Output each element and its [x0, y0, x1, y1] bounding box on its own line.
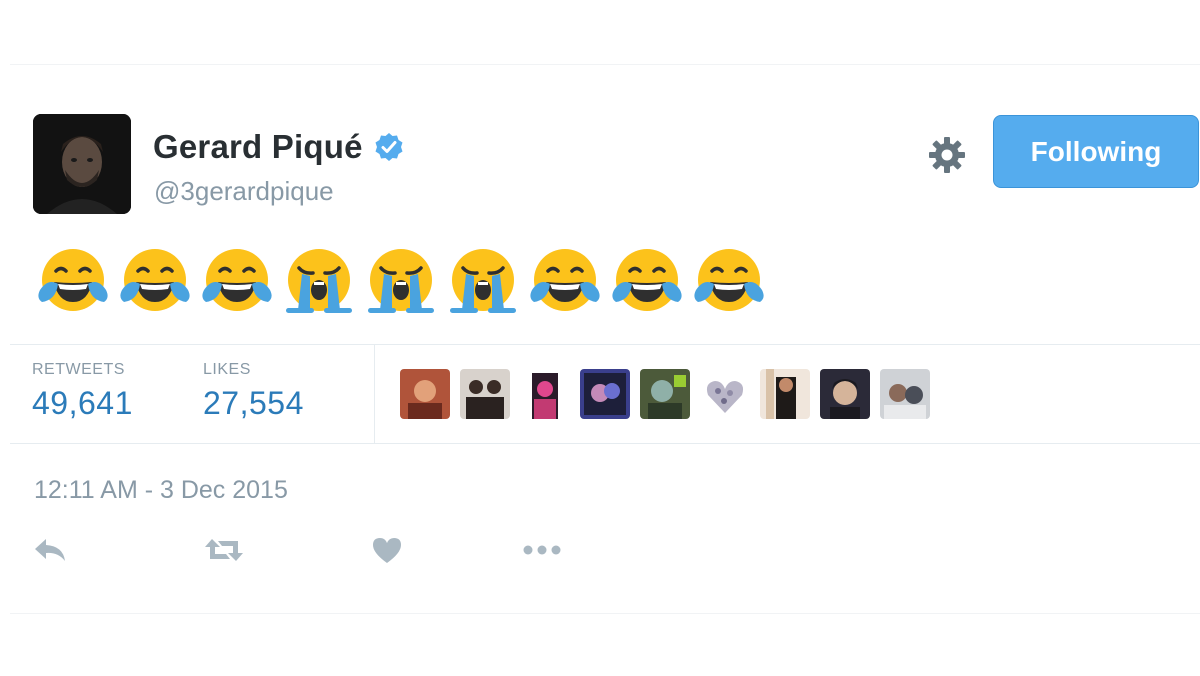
face-with-tears-of-joy-icon	[530, 249, 600, 311]
user-name[interactable]: Gerard Piqué	[153, 128, 363, 166]
liker-avatar[interactable]	[460, 369, 510, 419]
stats-divider	[374, 345, 375, 443]
retweets-count[interactable]: 49,641	[32, 385, 133, 422]
loudly-crying-face-icon	[286, 249, 352, 313]
tweet-text	[36, 244, 774, 318]
user-handle[interactable]: @3gerardpique	[154, 176, 334, 207]
retweets-label: RETWEETS	[32, 361, 125, 378]
liker-avatar[interactable]	[820, 369, 870, 419]
loudly-crying-face-icon	[450, 249, 516, 313]
gear-icon[interactable]	[926, 134, 968, 176]
tweet-stats: RETWEETS 49,641 LIKES 27,554	[10, 344, 1200, 444]
liker-avatar[interactable]	[580, 369, 630, 419]
likes-label: LIKES	[203, 361, 251, 378]
face-with-tears-of-joy-icon	[38, 249, 108, 311]
tweet-actions	[32, 535, 564, 565]
verified-badge-icon	[373, 131, 405, 163]
likes-count[interactable]: 27,554	[203, 385, 304, 422]
liker-avatar[interactable]	[520, 369, 570, 419]
following-button[interactable]: Following	[993, 115, 1199, 188]
liker-avatar[interactable]	[880, 369, 930, 419]
face-with-tears-of-joy-icon	[202, 249, 272, 311]
more-icon[interactable]	[520, 535, 564, 565]
avatar[interactable]	[33, 114, 131, 214]
face-with-tears-of-joy-icon	[612, 249, 682, 311]
loudly-crying-face-icon	[368, 249, 434, 313]
retweets-stat[interactable]: RETWEETS 49,641	[32, 361, 133, 422]
user-name-row[interactable]: Gerard Piqué	[153, 128, 405, 166]
face-with-tears-of-joy-icon	[694, 249, 764, 311]
like-icon[interactable]	[370, 535, 520, 565]
liker-avatar[interactable]	[400, 369, 450, 419]
face-with-tears-of-joy-icon	[120, 249, 190, 311]
likes-stat[interactable]: LIKES 27,554	[203, 361, 304, 422]
liker-avatar[interactable]	[700, 369, 750, 419]
reply-icon[interactable]	[32, 535, 202, 565]
liker-avatar[interactable]	[640, 369, 690, 419]
likers-avatars	[400, 369, 940, 419]
tweet-timestamp[interactable]: 12:11 AM - 3 Dec 2015	[34, 476, 288, 505]
retweet-icon[interactable]	[202, 535, 370, 565]
liker-avatar[interactable]	[760, 369, 810, 419]
